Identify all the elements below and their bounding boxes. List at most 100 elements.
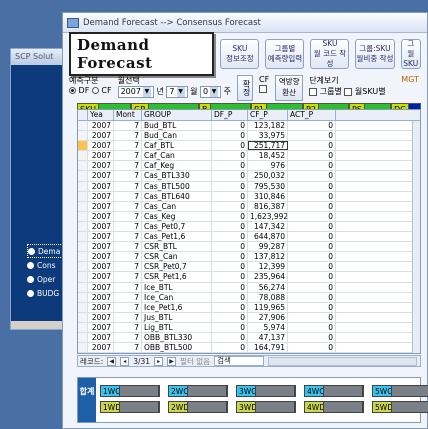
cell-cf[interactable]: 5,974 bbox=[248, 322, 288, 332]
radio-cf[interactable] bbox=[91, 87, 99, 94]
row-selector[interactable] bbox=[78, 232, 88, 242]
prev-record-icon[interactable]: ◂ bbox=[120, 356, 130, 366]
table-row[interactable]: 2007 7 Ice_Pet1,6 0 119,965 0 bbox=[78, 302, 420, 313]
vertical-scrollbar[interactable] bbox=[412, 121, 420, 353]
row-selector[interactable] bbox=[78, 282, 88, 292]
cell-cf[interactable]: 164,791 bbox=[248, 343, 288, 353]
confirm-button[interactable]: 확정 bbox=[237, 75, 253, 101]
group-forecast-input-button[interactable]: 그룹별 예측량입력 bbox=[265, 39, 305, 69]
row-selector[interactable] bbox=[78, 312, 88, 322]
sku-monthly-code-button[interactable]: SKU 월 코드 작성 bbox=[310, 39, 350, 69]
cell-cf[interactable]: 235,964 bbox=[248, 272, 288, 282]
radio-df[interactable] bbox=[69, 87, 76, 94]
col-header-month[interactable]: Mont bbox=[114, 110, 142, 120]
cell-cf[interactable]: 78,088 bbox=[248, 292, 288, 302]
table-row[interactable]: 2007 7 CSR_Pet1,6 0 235,964 0 bbox=[78, 272, 420, 283]
row-selector[interactable] bbox=[78, 161, 88, 171]
table-row[interactable]: 2007 7 Cas_BTL330 0 250,032 0 bbox=[78, 171, 420, 182]
col-header-cf[interactable]: CF_P bbox=[248, 110, 288, 120]
table-row[interactable]: 2007 7 OBB_BTL500 0 164,791 0 bbox=[78, 343, 420, 353]
month-select[interactable]: 7 ▼ bbox=[166, 86, 188, 98]
stage-group-checkbox[interactable] bbox=[309, 87, 318, 96]
table-row[interactable]: 2007 7 Bud_Can 0 33,975 0 bbox=[78, 131, 420, 142]
cell-cf[interactable]: 795,530 bbox=[248, 181, 288, 191]
row-selector[interactable] bbox=[78, 141, 88, 151]
row-selector[interactable] bbox=[78, 242, 88, 252]
row-selector[interactable] bbox=[78, 211, 88, 221]
cf-checkbox[interactable] bbox=[259, 84, 267, 93]
cell-cf[interactable]: 644,870 bbox=[248, 232, 288, 242]
table-row[interactable]: 2007 7 Cas_Keg 0 1,623,992 0 bbox=[78, 211, 420, 222]
row-selector[interactable] bbox=[78, 151, 88, 161]
row-selector[interactable] bbox=[78, 252, 88, 262]
table-row[interactable]: 2007 7 Caf_Keg 0 976 0 bbox=[78, 161, 420, 172]
table-row[interactable]: 2007 7 Cas_Pet0,7 0 147,342 0 bbox=[78, 221, 420, 233]
horizontal-scrollbar[interactable] bbox=[268, 356, 417, 366]
cell-cf[interactable]: 137,812 bbox=[248, 252, 288, 262]
row-selector[interactable] bbox=[78, 322, 88, 332]
row-selector[interactable] bbox=[78, 201, 88, 211]
cell-cf[interactable]: 33,975 bbox=[248, 131, 288, 141]
row-selector[interactable] bbox=[78, 292, 88, 302]
week-select[interactable]: 0 ▼ bbox=[199, 86, 222, 98]
cell-cf[interactable]: 12,399 bbox=[248, 262, 288, 272]
row-selector[interactable] bbox=[78, 181, 88, 191]
cell-year: 2007 bbox=[88, 201, 114, 211]
cell-cf[interactable]: 18,452 bbox=[248, 151, 288, 161]
cell-cf[interactable]: 123,182 bbox=[248, 121, 288, 131]
cell-cf[interactable]: 56,274 bbox=[248, 282, 288, 292]
col-header-year[interactable]: Yea bbox=[88, 110, 114, 120]
table-row[interactable]: 2007 7 Cas_BTL500 0 795,530 0 bbox=[78, 181, 420, 192]
no-filter-indicator[interactable]: 필터 없음 bbox=[180, 356, 210, 367]
col-header-df[interactable]: DF_P bbox=[212, 110, 248, 120]
col-header-act[interactable]: ACT_P bbox=[288, 110, 336, 120]
row-selector[interactable] bbox=[78, 131, 88, 141]
cell-cf[interactable]: 250,032 bbox=[248, 171, 288, 181]
monthly-sku-button[interactable]: 그 월SKU bbox=[400, 39, 422, 69]
table-row[interactable]: 2007 7 Cas_BTL640 0 310,846 0 bbox=[78, 191, 420, 202]
table-row[interactable]: 2007 7 Jus_BTL 0 27,906 0 bbox=[78, 312, 420, 323]
cell-month: 7 bbox=[114, 322, 142, 332]
group-sku-ratio-button[interactable]: 그룹:SKU 월비중 작성 bbox=[355, 39, 395, 69]
cell-cf[interactable]: 816,387 bbox=[248, 201, 288, 211]
row-selector[interactable] bbox=[78, 262, 88, 272]
year-select[interactable]: 2007 ▼ bbox=[117, 86, 154, 98]
table-row[interactable]: 2007 7 Ice_Can 0 78,088 0 bbox=[78, 292, 420, 303]
cell-cf[interactable]: 310,846 bbox=[248, 191, 288, 201]
col-header-group[interactable]: GROUP bbox=[142, 110, 212, 120]
row-selector[interactable] bbox=[78, 121, 88, 131]
cell-cf[interactable]: 976 bbox=[248, 161, 288, 171]
table-row[interactable]: 2007 7 Caf_BTL 0 251,717 0 bbox=[78, 141, 420, 152]
search-input[interactable]: 검색 bbox=[214, 356, 265, 366]
row-selector[interactable] bbox=[78, 221, 88, 232]
row-selector[interactable] bbox=[78, 332, 88, 343]
cell-cf[interactable]: 119,965 bbox=[248, 302, 288, 312]
table-row[interactable]: 2007 7 Caf_Can 0 18,452 0 bbox=[78, 151, 420, 162]
cell-cf[interactable]: 47,137 bbox=[248, 332, 288, 343]
table-row[interactable]: 2007 7 Cas_Pet1,6 0 644,870 0 bbox=[78, 232, 420, 243]
cell-cf[interactable]: 251,717 bbox=[248, 141, 288, 151]
cell-cf[interactable]: 147,342 bbox=[248, 221, 288, 232]
table-row[interactable]: 2007 7 Cas_Can 0 816,387 0 bbox=[78, 201, 420, 212]
table-row[interactable]: 2007 7 OBB_BTL330 0 47,137 0 bbox=[78, 332, 420, 344]
cell-cf[interactable]: 99,287 bbox=[248, 242, 288, 252]
row-selector[interactable] bbox=[78, 191, 88, 201]
cell-cf[interactable]: 1,623,992 bbox=[248, 211, 288, 221]
sku-info-button[interactable]: SKU 정보조정 bbox=[220, 39, 260, 69]
table-row[interactable]: 2007 7 CSR_Pet0,7 0 12,399 0 bbox=[78, 262, 420, 273]
table-row[interactable]: 2007 7 Ice_BTL 0 56,274 0 bbox=[78, 282, 420, 293]
row-selector[interactable] bbox=[78, 302, 88, 312]
table-row[interactable]: 2007 7 Lig_BTL 0 5,974 0 bbox=[78, 322, 420, 333]
row-selector[interactable] bbox=[78, 343, 88, 353]
stage-monthly-sku-checkbox[interactable] bbox=[344, 87, 353, 96]
table-row[interactable]: 2007 7 CSR_BTL 0 99,287 0 bbox=[78, 242, 420, 253]
last-record-icon[interactable]: ▶ bbox=[167, 356, 177, 366]
reverse-convert-button[interactable]: 역방향 환산 bbox=[275, 75, 304, 101]
table-row[interactable]: 2007 7 CSR_Can 0 137,812 0 bbox=[78, 252, 420, 263]
row-selector[interactable] bbox=[78, 171, 88, 181]
next-record-icon[interactable]: ▸ bbox=[154, 356, 164, 366]
table-row[interactable]: 2007 7 Bud_BTL 0 123,182 0 bbox=[78, 121, 420, 132]
row-selector[interactable] bbox=[78, 272, 88, 282]
first-record-icon[interactable]: ◀ bbox=[107, 356, 117, 366]
cell-cf[interactable]: 27,906 bbox=[248, 312, 288, 322]
